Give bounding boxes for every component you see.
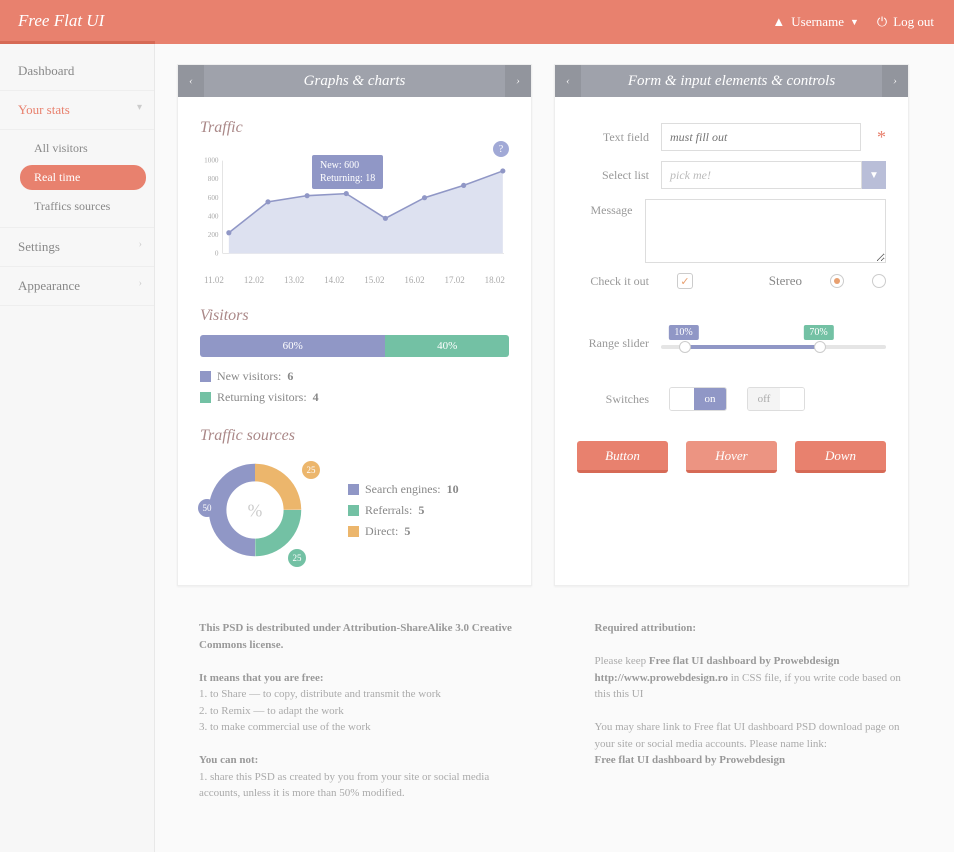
legend-direct: Direct: 5 [348, 524, 459, 539]
chevron-down-icon: ▼ [862, 161, 886, 189]
panel-title: Graphs & charts [304, 73, 406, 90]
visitors-title: Visitors [200, 307, 509, 325]
button-down[interactable]: Down [795, 441, 886, 473]
sources-title: Traffic sources [200, 427, 509, 445]
nav-dashboard[interactable]: Dashboard [0, 52, 154, 91]
legend-search: Search engines: 10 [348, 482, 459, 497]
visitors-bar: 60% 40% [200, 335, 509, 357]
legend-referrals: Referrals: 5 [348, 503, 459, 518]
traffic-chart: 1000 800 600 400 200 0 New: 600Returning: 18 [200, 147, 509, 267]
chevron-down-icon: ▾ [137, 102, 142, 113]
select-list[interactable]: pick me! ▼ [661, 161, 886, 189]
panel-next[interactable]: › [505, 65, 531, 97]
radio-label: Stereo [769, 273, 802, 289]
footer: This PSD is destributed under Attributio… [177, 608, 932, 832]
logout-button[interactable]: ⏻ Log out [877, 14, 934, 30]
range-label: Range slider [577, 336, 649, 351]
chevron-right-icon: › [139, 239, 142, 250]
subnav-real-time[interactable]: Real time [20, 165, 146, 190]
button-default[interactable]: Button [577, 441, 668, 473]
nav-your-stats[interactable]: Your stats▾ [0, 91, 154, 130]
switches-label: Switches [577, 392, 649, 407]
svg-text:800: 800 [208, 175, 219, 183]
power-icon: ⏻ [877, 14, 887, 30]
text-field-label: Text field [577, 130, 649, 145]
donut-chart: % 50 25 25 [200, 455, 330, 565]
chart-tooltip: New: 600Returning: 18 [312, 155, 383, 189]
panel-forms: ‹ Form & input elements & controls › Tex… [554, 64, 909, 586]
username: Username [791, 14, 844, 30]
switch-on[interactable]: on [669, 387, 727, 411]
svg-text:1000: 1000 [204, 157, 219, 165]
select-label: Select list [577, 168, 649, 183]
subnav-all-visitors[interactable]: All visitors [0, 134, 154, 163]
panel-prev[interactable]: ‹ [555, 65, 581, 97]
nav-settings[interactable]: Settings› [0, 228, 154, 267]
svg-text:400: 400 [208, 212, 219, 220]
radio-on[interactable] [830, 274, 844, 288]
subnav-traffic-sources[interactable]: Traffics sources [0, 192, 154, 221]
sidebar: Dashboard Your stats▾ All visitors Real … [0, 44, 155, 852]
x-axis-labels: 11.0212.0213.0214.0215.0216.0217.0218.02 [200, 275, 509, 285]
button-hover[interactable]: Hover [686, 441, 777, 473]
nav-appearance[interactable]: Appearance› [0, 267, 154, 306]
panel-title: Form & input elements & controls [628, 73, 835, 90]
panel-next[interactable]: › [882, 65, 908, 97]
checkbox-label: Check it out [577, 274, 649, 289]
user-menu[interactable]: ▲ Username ▼ [772, 14, 859, 30]
message-textarea[interactable] [645, 199, 886, 263]
panel-graphs: ‹ Graphs & charts › ? Traffic 1000800600… [177, 64, 532, 586]
user-icon: ▲ [772, 14, 785, 30]
switch-off[interactable]: off [747, 387, 805, 411]
chevron-down-icon: ▼ [850, 17, 859, 27]
legend-returning: Returning visitors: 4 [200, 390, 509, 405]
radio-off[interactable] [872, 274, 886, 288]
range-slider[interactable]: 10% 70% [661, 329, 886, 357]
text-field-input[interactable] [661, 123, 861, 151]
svg-text:%: % [248, 501, 263, 521]
topbar: Free Flat UI ▲ Username ▼ ⏻ Log out [0, 0, 954, 44]
message-label: Message [577, 199, 633, 218]
svg-text:600: 600 [208, 194, 219, 202]
legend-new: New visitors: 6 [200, 369, 509, 384]
panel-prev[interactable]: ‹ [178, 65, 204, 97]
chevron-right-icon: › [139, 278, 142, 289]
traffic-title: Traffic [200, 119, 509, 137]
brand: Free Flat UI [0, 0, 155, 44]
svg-text:200: 200 [208, 231, 219, 239]
svg-text:0: 0 [215, 249, 219, 257]
checkbox[interactable]: ✓ [677, 273, 693, 289]
required-icon: * [877, 127, 886, 148]
